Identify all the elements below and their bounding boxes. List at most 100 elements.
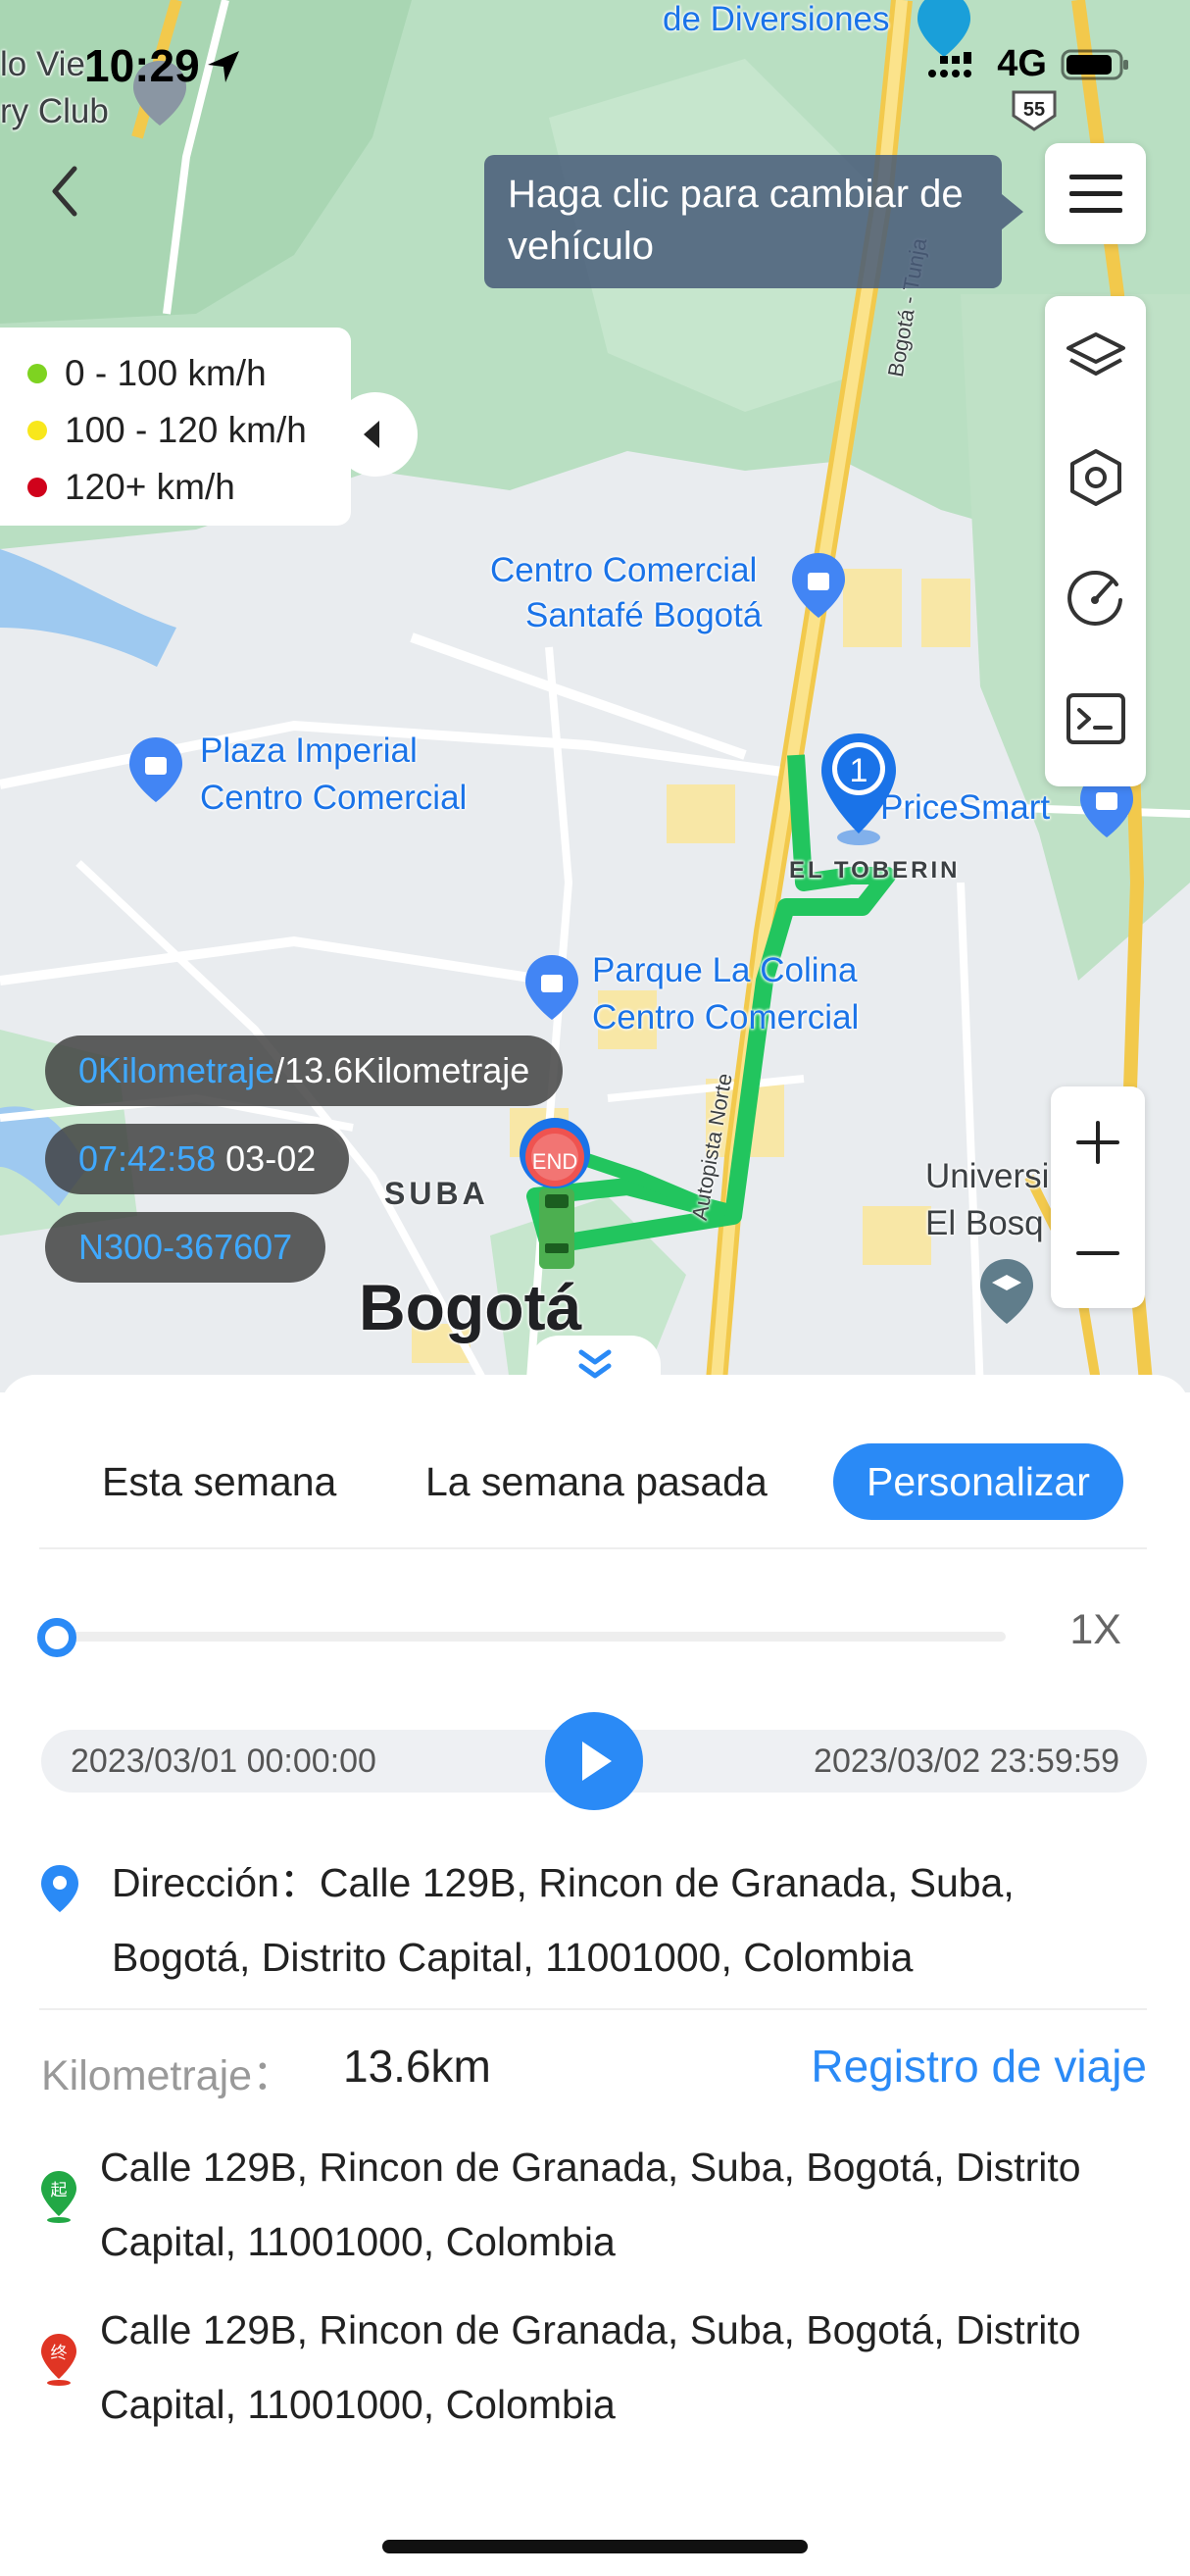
map-label-cc-santafe-1: Centro Comercial [490, 551, 758, 589]
trip-log-link[interactable]: Registro de viaje [811, 2040, 1147, 2093]
map-label-el-toberin: EL TOBERIN [789, 857, 961, 884]
collapse-panel-handle[interactable] [529, 1336, 661, 1392]
mileage-value: 13.6km [343, 2041, 491, 2092]
start-marker-icon[interactable]: 1 [816, 730, 902, 847]
command-button[interactable] [1045, 665, 1146, 773]
trip-start-address: Calle 129B, Rincon de Granada, Suba, Bog… [100, 2145, 1081, 2264]
time-pill: 07:42:58 03-02 [45, 1124, 350, 1194]
playback-progress-track[interactable] [55, 1632, 1006, 1642]
hamburger-menu-icon [1068, 174, 1122, 213]
caret-left-icon [364, 421, 379, 448]
playback-progress-handle[interactable] [37, 1618, 76, 1657]
map-label-country-b: ry Club [0, 92, 109, 130]
geofence-button[interactable] [1045, 424, 1146, 531]
legend-row-low: 0 - 100 km/h [27, 345, 351, 402]
trip-start-icon: 起 [41, 2171, 76, 2223]
map-label-universidad-2: El Bosq [925, 1204, 1044, 1242]
start-marker-number: 1 [850, 752, 868, 789]
speedometer-button[interactable] [1045, 543, 1146, 651]
status-time: 10:29 [84, 40, 200, 91]
geofence-icon [1069, 449, 1121, 506]
legend-dot-low [27, 364, 47, 383]
location-pin-icon [41, 1865, 78, 1912]
map-label-colina-1: Parque La Colina [592, 951, 858, 989]
school-pin-icon [980, 1259, 1033, 1324]
trip-end-icon-char: 终 [51, 2344, 68, 2363]
map-label-cc-santafe-2: Santafé Bogotá [525, 596, 763, 634]
map-label-universidad-1: Universi [925, 1157, 1050, 1195]
mileage-label: Kilometraje： [41, 2052, 295, 2099]
end-marker-text: END [532, 1149, 577, 1174]
trip-end-icon: 终 [41, 2334, 76, 2386]
home-indicator[interactable] [382, 2540, 808, 2553]
map-label-colina-2: Centro Comercial [592, 998, 860, 1036]
minus-icon [1076, 1250, 1119, 1255]
zoom-controls [1051, 1086, 1145, 1308]
range-end-time[interactable]: 2023/03/02 23:59:59 [814, 1730, 1119, 1793]
map-label-plaza-2: Centro Comercial [200, 779, 468, 817]
mileage-separator: / [274, 1050, 285, 1090]
tab-this-week[interactable]: Esta semana [102, 1443, 336, 1520]
device-pill: N300-367607 [45, 1212, 326, 1283]
map-label-suba: SUBA [384, 1176, 489, 1211]
speed-legend: 0 - 100 km/h 100 - 120 km/h 120+ km/h [0, 328, 351, 526]
address-label: Dirección： [112, 1860, 320, 1905]
plus-icon [1076, 1120, 1119, 1164]
map-label-diversiones: de Diversiones [663, 0, 890, 38]
mileage-total: 13.6Kilometraje [284, 1050, 530, 1090]
trip-start-row: 起 Calle 129B, Rincon de Granada, Suba, B… [39, 2130, 1157, 2287]
date-range-tabs: Esta semana La semana pasada Personaliza… [39, 1443, 1147, 1549]
range-start-time[interactable]: 2023/03/01 00:00:00 [71, 1730, 376, 1793]
shopping-pin-icon [792, 553, 845, 618]
double-chevron-down-icon [578, 1349, 612, 1379]
trip-end-address: Calle 129B, Rincon de Granada, Suba, Bog… [100, 2307, 1081, 2427]
map-label-bogota: Bogotá [359, 1271, 582, 1343]
address-text: Dirección：Calle 129B, Rincon de Granada,… [112, 1845, 1151, 1995]
mileage-current: 0Kilometraje [78, 1050, 275, 1090]
map-label-country-a: lo Vie [0, 45, 85, 83]
pill-date: 03-02 [225, 1138, 317, 1179]
map-view[interactable]: de Diversiones lo Vie ry Club Centro Com… [0, 0, 1190, 1392]
highway-shield-icon: 55 [1012, 90, 1057, 131]
map-tools [1045, 296, 1146, 786]
highway-shield-number: 55 [1023, 99, 1045, 121]
trip-end-row: 终 Calle 129B, Rincon de Granada, Suba, B… [39, 2293, 1157, 2450]
playback-panel: Esta semana La semana pasada Personaliza… [0, 1375, 1190, 2576]
switch-vehicle-tooltip[interactable]: Haga clic para cambiar de vehículo [484, 155, 1023, 288]
mileage-pill: 0Kilometraje/13.6Kilometraje [45, 1035, 564, 1106]
zoom-in-button[interactable] [1051, 1086, 1145, 1197]
map-label-pricesmart: PriceSmart [880, 788, 1051, 827]
network-type: 4G [997, 43, 1047, 84]
location-arrow-icon [208, 51, 239, 82]
command-icon [1066, 693, 1125, 744]
legend-toggle-button[interactable] [333, 392, 418, 477]
pill-device: N300-367607 [78, 1227, 293, 1267]
map-label-plaza-1: Plaza Imperial [200, 732, 418, 770]
tab-last-week[interactable]: La semana pasada [425, 1443, 768, 1520]
legend-row-mid: 100 - 120 km/h [27, 402, 351, 459]
chevron-left-icon [52, 166, 77, 217]
back-button[interactable] [39, 157, 98, 226]
trip-start-icon-char: 起 [51, 2181, 68, 2200]
vehicle-icon[interactable] [537, 1185, 576, 1273]
legend-label-low: 0 - 100 km/h [65, 353, 267, 393]
legend-dot-mid [27, 421, 47, 440]
play-button[interactable] [545, 1712, 643, 1810]
address-row: Dirección：Calle 129B, Rincon de Granada,… [39, 1845, 1147, 2010]
pill-time: 07:42:58 [78, 1138, 217, 1179]
zoom-out-button[interactable] [1051, 1197, 1145, 1308]
legend-label-mid: 100 - 120 km/h [65, 410, 307, 450]
layers-icon [1066, 332, 1125, 376]
legend-dot-high [27, 478, 47, 497]
legend-row-high: 120+ km/h [27, 459, 351, 516]
speedometer-icon [1066, 570, 1122, 626]
shopping-pin-icon [129, 737, 182, 802]
signal-icon [928, 51, 972, 77]
shopping-pin-icon [525, 955, 578, 1020]
tab-custom[interactable]: Personalizar [833, 1443, 1123, 1520]
menu-button[interactable] [1045, 143, 1146, 244]
playback-rate[interactable]: 1X [1069, 1606, 1121, 1654]
layers-button[interactable] [1045, 304, 1146, 412]
play-icon [582, 1742, 612, 1781]
battery-icon [1061, 49, 1128, 79]
